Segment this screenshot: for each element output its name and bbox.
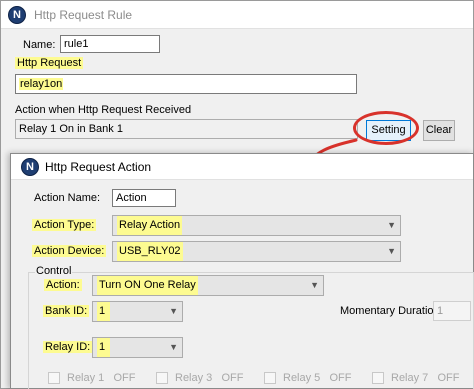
window-titlebar: N Http Request Rule — [1, 1, 473, 29]
action-label: Action: — [44, 279, 82, 291]
dialog-titlebar: N Http Request Action — [11, 154, 473, 180]
relay-1-checkbox[interactable] — [48, 372, 60, 384]
window-title: Http Request Rule — [34, 8, 133, 22]
action-device-select[interactable]: USB_RLY02 ▼ — [112, 241, 401, 262]
app-logo-icon: N — [21, 158, 39, 176]
relay-3-label: Relay 3 OFF — [175, 372, 244, 384]
app-logo-icon: N — [8, 6, 26, 24]
bank-id-value: 1 — [97, 302, 111, 321]
relay-7-checkbox[interactable] — [372, 372, 384, 384]
http-request-action-dialog: N Http Request Action Action Name: Actio… — [10, 153, 474, 389]
action-name-label: Action Name: — [34, 192, 101, 204]
http-request-input[interactable]: relay1on — [15, 74, 357, 94]
chevron-down-icon: ▼ — [169, 306, 178, 316]
relay-1-label: Relay 1 OFF — [67, 372, 136, 384]
action-type-select[interactable]: Relay Action ▼ — [112, 215, 401, 236]
action-type-label: Action Type: — [32, 219, 97, 231]
relay-id-value: 1 — [97, 338, 111, 357]
chevron-down-icon: ▼ — [169, 342, 178, 352]
http-request-value: relay1on — [19, 78, 64, 90]
relay-5-checkbox[interactable] — [264, 372, 276, 384]
momentary-duration-label: Momentary Duration: — [340, 305, 443, 317]
control-group-title: Control — [35, 265, 73, 277]
action-name-input[interactable]: Action — [112, 189, 176, 207]
relay-3-checkbox[interactable] — [156, 372, 168, 384]
name-input[interactable]: rule1 — [60, 35, 160, 53]
chevron-down-icon: ▼ — [310, 280, 319, 290]
action-select[interactable]: Turn ON One Relay ▼ — [92, 275, 324, 296]
momentary-duration-input[interactable]: 1 — [433, 301, 471, 321]
bank-id-label: Bank ID: — [43, 305, 90, 317]
relay-id-select[interactable]: 1 ▼ — [92, 337, 183, 358]
name-label: Name: — [23, 39, 56, 51]
action-received-label: Action when Http Request Received — [15, 104, 192, 116]
chevron-down-icon: ▼ — [387, 220, 396, 230]
action-device-value: USB_RLY02 — [117, 242, 183, 261]
action-type-value: Relay Action — [117, 216, 183, 235]
relay-id-label: Relay ID: — [43, 341, 93, 353]
clear-button[interactable]: Clear — [423, 120, 455, 141]
http-request-label: Http Request — [15, 57, 84, 69]
relay-5-label: Relay 5 OFF — [283, 372, 352, 384]
chevron-down-icon: ▼ — [387, 246, 396, 256]
action-value: Turn ON One Relay — [97, 276, 198, 295]
action-device-label: Action Device: — [32, 245, 107, 257]
dialog-title: Http Request Action — [45, 160, 152, 174]
bank-id-select[interactable]: 1 ▼ — [92, 301, 183, 322]
relay-7-label: Relay 7 OFF — [391, 372, 460, 384]
